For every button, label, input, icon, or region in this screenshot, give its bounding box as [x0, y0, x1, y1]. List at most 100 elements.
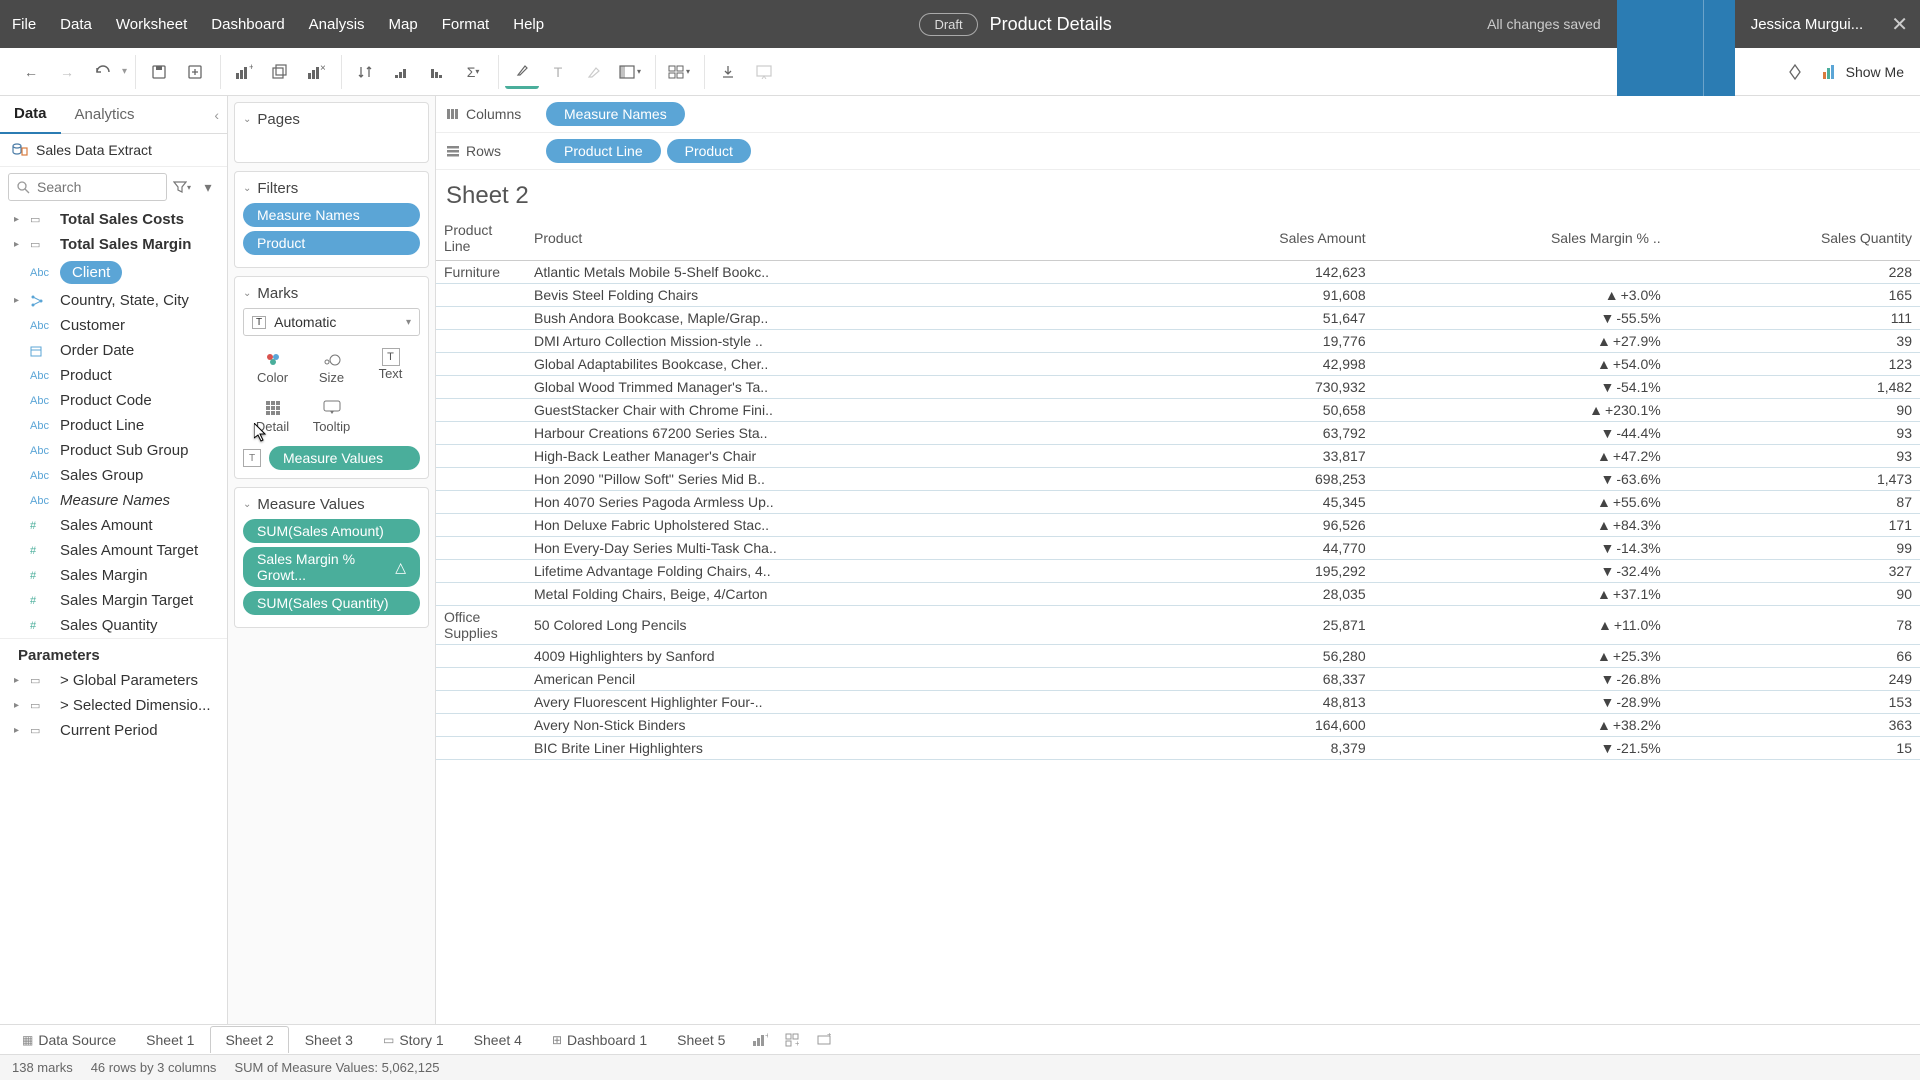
menu-file[interactable]: File: [12, 16, 36, 33]
table-row[interactable]: Lifetime Advantage Folding Chairs, 4..19…: [436, 560, 1920, 583]
forward-icon[interactable]: →: [50, 55, 84, 89]
sheet-title[interactable]: Sheet 2: [436, 170, 1920, 216]
table-row[interactable]: FurnitureAtlantic Metals Mobile 5-Shelf …: [436, 261, 1920, 284]
table-row[interactable]: American Pencil68,337-26.8%249: [436, 668, 1920, 691]
sort-desc-icon[interactable]: [420, 55, 454, 89]
tab-data[interactable]: Data: [0, 95, 61, 134]
tab-dashboard-1[interactable]: ⊞Dashboard 1: [538, 1027, 661, 1053]
swap-icon[interactable]: [348, 55, 382, 89]
rows-pill-product-line[interactable]: Product Line: [546, 139, 661, 163]
field-sales-group[interactable]: AbcSales Group: [0, 463, 227, 488]
mv-pill-margin-growth[interactable]: Sales Margin % Growt...△: [243, 547, 420, 587]
user-name[interactable]: Jessica Murgui...: [1751, 16, 1864, 33]
menu-dashboard[interactable]: Dashboard: [211, 16, 284, 33]
data-table[interactable]: Product Line Product Sales Amount Sales …: [436, 216, 1920, 1024]
folder-total-sales-margin[interactable]: ▸▭Total Sales Margin: [0, 232, 227, 257]
field-order-date[interactable]: Order Date: [0, 338, 227, 363]
field-product[interactable]: AbcProduct: [0, 363, 227, 388]
back-icon[interactable]: ←: [14, 55, 48, 89]
tab-story-1[interactable]: ▭Story 1: [369, 1027, 458, 1053]
menu-help[interactable]: Help: [513, 16, 544, 33]
datasource-row[interactable]: Sales Data Extract: [0, 134, 227, 167]
tab-sheet-4[interactable]: Sheet 4: [460, 1027, 536, 1053]
duplicate-icon[interactable]: [263, 55, 297, 89]
new-data-icon[interactable]: [178, 55, 212, 89]
col-product-line[interactable]: Product Line: [436, 216, 526, 261]
table-row[interactable]: Hon Every-Day Series Multi-Task Cha..44,…: [436, 537, 1920, 560]
field-client[interactable]: AbcClient: [0, 257, 227, 288]
show-cards-icon[interactable]: ▾: [662, 55, 696, 89]
field-product-code[interactable]: AbcProduct Code: [0, 388, 227, 413]
col-product[interactable]: Product: [526, 216, 1133, 261]
pages-shelf[interactable]: ⌄Pages: [234, 102, 429, 163]
collapse-pane-icon[interactable]: ‹: [214, 107, 219, 123]
menu-map[interactable]: Map: [389, 16, 418, 33]
field-customer[interactable]: AbcCustomer: [0, 313, 227, 338]
filter-pill-measure-names[interactable]: Measure Names: [243, 203, 420, 227]
tab-sheet-1[interactable]: Sheet 1: [132, 1027, 208, 1053]
menu-data[interactable]: Data: [60, 16, 92, 33]
folder-total-sales-costs[interactable]: ▸▭Total Sales Costs: [0, 207, 227, 232]
show-me-button[interactable]: Show Me: [1814, 64, 1912, 80]
totals-icon[interactable]: Σ▾: [456, 55, 490, 89]
param-selected-dim[interactable]: ▸▭> Selected Dimensio...: [0, 693, 227, 718]
field-sales-margin-target[interactable]: #Sales Margin Target: [0, 588, 227, 613]
new-sheet-icon[interactable]: +: [747, 1028, 773, 1052]
download-icon[interactable]: [711, 55, 745, 89]
tab-sheet-3[interactable]: Sheet 3: [291, 1027, 367, 1053]
param-current-period[interactable]: ▸▭Current Period: [0, 718, 227, 743]
table-row[interactable]: Harbour Creations 67200 Series Sta..63,7…: [436, 422, 1920, 445]
columns-pill-measure-names[interactable]: Measure Names: [546, 102, 685, 126]
table-row[interactable]: Bevis Steel Folding Chairs91,608+3.0%165: [436, 284, 1920, 307]
table-row[interactable]: Hon 4070 Series Pagoda Armless Up..45,34…: [436, 491, 1920, 514]
tab-sheet-2[interactable]: Sheet 2: [210, 1026, 288, 1053]
table-row[interactable]: Hon Deluxe Fabric Upholstered Stac..96,5…: [436, 514, 1920, 537]
new-dashboard-icon[interactable]: +: [779, 1028, 805, 1052]
filter-pill-product[interactable]: Product: [243, 231, 420, 255]
param-global[interactable]: ▸▭> Global Parameters: [0, 668, 227, 693]
table-row[interactable]: Hon 2090 "Pillow Soft" Series Mid B..698…: [436, 468, 1920, 491]
table-row[interactable]: Bush Andora Bookcase, Maple/Grap..51,647…: [436, 307, 1920, 330]
tab-data-source[interactable]: ▦Data Source: [8, 1027, 130, 1053]
mark-tooltip[interactable]: Tooltip: [302, 391, 361, 440]
field-measure-names[interactable]: AbcMeasure Names: [0, 488, 227, 513]
table-row[interactable]: BIC Brite Liner Highlighters8,379-21.5%1…: [436, 737, 1920, 760]
field-menu-icon[interactable]: ▾: [197, 173, 219, 201]
mv-pill-sales-quantity[interactable]: SUM(Sales Quantity): [243, 591, 420, 615]
tab-analytics[interactable]: Analytics: [61, 96, 149, 133]
sort-asc-icon[interactable]: [384, 55, 418, 89]
rows-shelf[interactable]: Rows Product Line Product: [436, 133, 1920, 170]
table-row[interactable]: Avery Fluorescent Highlighter Four-..48,…: [436, 691, 1920, 714]
menu-format[interactable]: Format: [442, 16, 490, 33]
close-icon[interactable]: ✕: [1891, 12, 1908, 37]
marks-measure-values-pill[interactable]: Measure Values: [269, 446, 420, 470]
fit-icon[interactable]: ▾: [613, 55, 647, 89]
table-row[interactable]: Global Wood Trimmed Manager's Ta..730,93…: [436, 376, 1920, 399]
col-sales-amount[interactable]: Sales Amount: [1133, 216, 1373, 261]
field-sales-amount[interactable]: #Sales Amount: [0, 513, 227, 538]
tab-sheet-5[interactable]: Sheet 5: [663, 1027, 739, 1053]
highlight-icon[interactable]: [505, 55, 539, 89]
filters-shelf[interactable]: ⌄Filters Measure Names Product: [234, 171, 429, 268]
mark-size[interactable]: Size: [302, 342, 361, 391]
clear-icon[interactable]: ×: [299, 55, 333, 89]
mark-text[interactable]: TText: [361, 342, 420, 391]
present-icon[interactable]: [747, 55, 781, 89]
mark-color[interactable]: Color: [243, 342, 302, 391]
mark-type-select[interactable]: TAutomatic ▾: [243, 308, 420, 336]
table-row[interactable]: Office Supplies50 Colored Long Pencils25…: [436, 606, 1920, 645]
mark-detail[interactable]: Detail: [243, 391, 302, 440]
table-row[interactable]: High-Back Leather Manager's Chair33,817+…: [436, 445, 1920, 468]
table-row[interactable]: GuestStacker Chair with Chrome Fini..50,…: [436, 399, 1920, 422]
label-icon[interactable]: T: [541, 55, 575, 89]
field-product-line[interactable]: AbcProduct Line: [0, 413, 227, 438]
table-row[interactable]: DMI Arturo Collection Mission-style ..19…: [436, 330, 1920, 353]
mv-pill-sales-amount[interactable]: SUM(Sales Amount): [243, 519, 420, 543]
undo-icon[interactable]: [86, 55, 120, 89]
menu-worksheet[interactable]: Worksheet: [116, 16, 187, 33]
field-sales-amount-target[interactable]: #Sales Amount Target: [0, 538, 227, 563]
new-story-icon[interactable]: +: [811, 1028, 837, 1052]
table-row[interactable]: Metal Folding Chairs, Beige, 4/Carton28,…: [436, 583, 1920, 606]
field-sales-margin[interactable]: #Sales Margin: [0, 563, 227, 588]
table-row[interactable]: Global Adaptabilites Bookcase, Cher..42,…: [436, 353, 1920, 376]
